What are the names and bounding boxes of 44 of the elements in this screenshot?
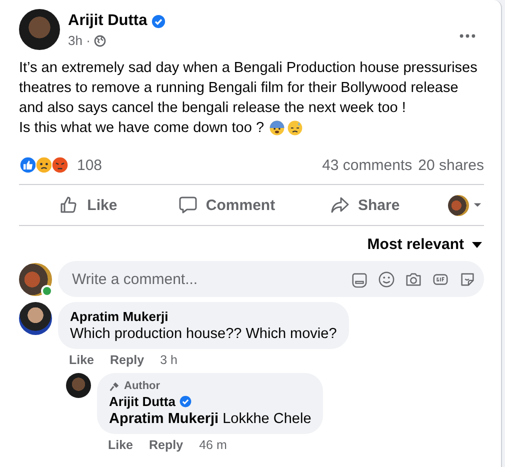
post-text: It’s an extremely sad day when a Bengali Production house pressurises theatres to remove a running Bengali film for their Bollywood release and also says cancel the bengali release the next week too ! [19, 59, 478, 118]
caret-icon [472, 202, 482, 208]
comment-time[interactable]: 3 h [160, 353, 178, 367]
comment-time[interactable]: 46 m [199, 438, 227, 452]
comment-text: Lokkhe Chele [222, 411, 312, 427]
more-icon[interactable] [459, 33, 476, 39]
comment-box[interactable]: Write a comment... [58, 261, 484, 297]
reply-link[interactable]: Reply [110, 353, 144, 367]
like-reaction-icon [19, 156, 37, 174]
angry-reaction-icon [51, 156, 69, 174]
avatar-sticker-icon[interactable] [351, 270, 368, 288]
globe-icon [94, 34, 106, 46]
avatar[interactable] [19, 302, 52, 335]
avatar[interactable] [19, 9, 60, 50]
comment-input[interactable]: Write a comment... [70, 270, 351, 288]
author-label: Author [124, 380, 160, 392]
sticker-icon[interactable] [459, 270, 476, 288]
like-link[interactable]: Like [108, 438, 134, 452]
author-name[interactable]: Arijit Dutta [68, 12, 148, 30]
anxious-emoji-icon [269, 120, 286, 136]
like-link[interactable]: Like [69, 353, 94, 367]
share-button[interactable]: Share [296, 187, 434, 223]
caret-icon [472, 242, 482, 248]
comment-button[interactable]: Comment [157, 187, 296, 223]
sad-reaction-icon [35, 156, 53, 174]
mention-link[interactable]: Apratim Mukerji [109, 411, 219, 427]
comments-count[interactable]: 43 comments [322, 156, 412, 174]
smiley-icon[interactable] [378, 270, 395, 288]
sort-dropdown[interactable]: Most relevant [367, 236, 484, 253]
sweat-emoji-icon [287, 120, 304, 136]
avatar[interactable] [19, 262, 52, 296]
camera-icon[interactable] [405, 270, 422, 288]
reaction-count[interactable]: 108 [77, 156, 102, 174]
commenter-name[interactable]: Arijit Dutta [109, 394, 176, 409]
speech-bubble-icon [178, 195, 198, 215]
shares-count[interactable]: 20 shares [418, 156, 484, 174]
avatar[interactable] [66, 373, 91, 398]
like-button[interactable]: Like [19, 187, 158, 223]
commenter-name[interactable]: Apratim Mukerji [70, 309, 337, 324]
comment-text: Which production house?? Which movie? [70, 326, 337, 342]
post-text: Is this what we have come down too ? [19, 119, 264, 138]
post-time[interactable]: 3h · [68, 33, 90, 48]
share-arrow-icon [330, 195, 350, 215]
reply-link[interactable]: Reply [149, 438, 184, 452]
